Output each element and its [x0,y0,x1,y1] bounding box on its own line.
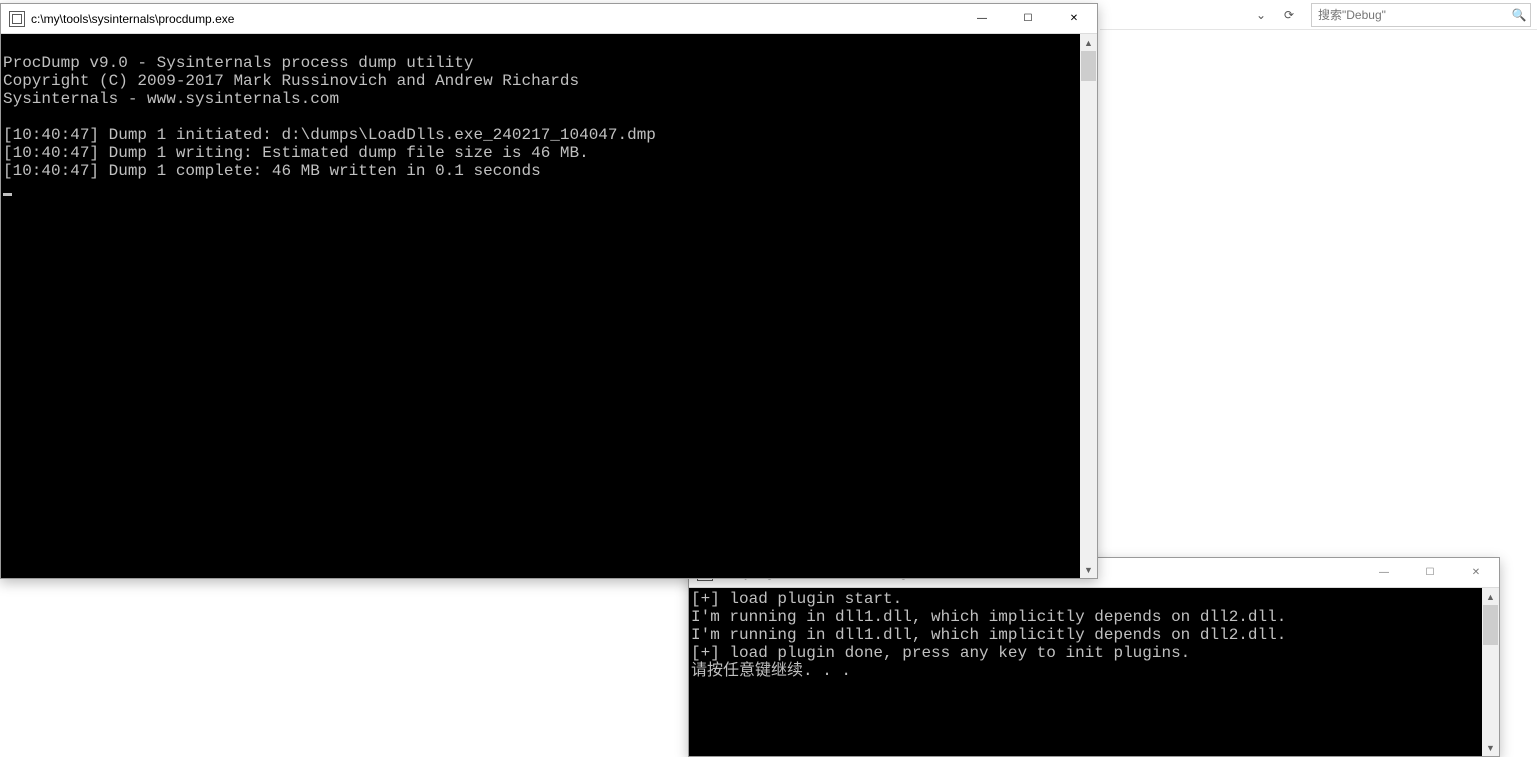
window-procdump-console: c:\my\tools\sysinternals\procdump.exe — … [0,3,1098,579]
scroll-thumb[interactable] [1483,605,1498,645]
app-icon [9,11,25,27]
console-output[interactable]: [+] load plugin start. I'm running in dl… [689,588,1482,756]
scroll-track[interactable] [1080,51,1097,561]
scroll-thumb[interactable] [1081,51,1096,81]
console-line: [10:40:47] Dump 1 complete: 46 MB writte… [3,162,541,180]
scrollbar[interactable]: ▲ ▼ [1482,588,1499,756]
refresh-icon[interactable]: ⟳ [1277,3,1301,27]
scroll-up-icon[interactable]: ▲ [1080,34,1097,51]
console-line: I'm running in dll1.dll, which implicitl… [691,608,1286,626]
explorer-address-bar: ⌄ ⟳ 🔍 [1100,0,1537,30]
search-input[interactable] [1312,8,1508,22]
close-button[interactable]: ✕ [1051,4,1097,33]
scroll-track[interactable] [1482,605,1499,739]
console-line: I'm running in dll1.dll, which implicitl… [691,626,1286,644]
console-line: [10:40:47] Dump 1 initiated: d:\dumps\Lo… [3,126,656,144]
address-dropdown-icon[interactable]: ⌄ [1249,3,1273,27]
console-line: 请按任意键继续. . . [691,662,851,680]
explorer-search-box[interactable]: 🔍 [1311,3,1531,27]
console-line: Sysinternals - www.sysinternals.com [3,90,339,108]
scrollbar[interactable]: ▲ ▼ [1080,34,1097,578]
scroll-down-icon[interactable]: ▼ [1080,561,1097,578]
scroll-up-icon[interactable]: ▲ [1482,588,1499,605]
maximize-button[interactable]: ☐ [1407,558,1453,587]
console-line: [+] load plugin start. [691,590,902,608]
console-line: [+] load plugin done, press any key to i… [691,644,1190,662]
console-line: Copyright (C) 2009-2017 Mark Russinovich… [3,72,579,90]
console-line: ProcDump v9.0 - Sysinternals process dum… [3,54,473,72]
window-loaddlls-console: D:\myblogstuff\LoadDlls\x64\Debug\LoadDl… [688,557,1500,757]
close-button[interactable]: ✕ [1453,558,1499,587]
scroll-down-icon[interactable]: ▼ [1482,739,1499,756]
titlebar[interactable]: c:\my\tools\sysinternals\procdump.exe — … [1,4,1097,34]
minimize-button[interactable]: — [1361,558,1407,587]
search-icon[interactable]: 🔍 [1508,8,1530,22]
window-title: c:\my\tools\sysinternals\procdump.exe [31,12,959,26]
console-output[interactable]: ProcDump v9.0 - Sysinternals process dum… [1,34,1080,578]
minimize-button[interactable]: — [959,4,1005,33]
console-line: [10:40:47] Dump 1 writing: Estimated dum… [3,144,589,162]
cursor [3,193,12,196]
maximize-button[interactable]: ☐ [1005,4,1051,33]
